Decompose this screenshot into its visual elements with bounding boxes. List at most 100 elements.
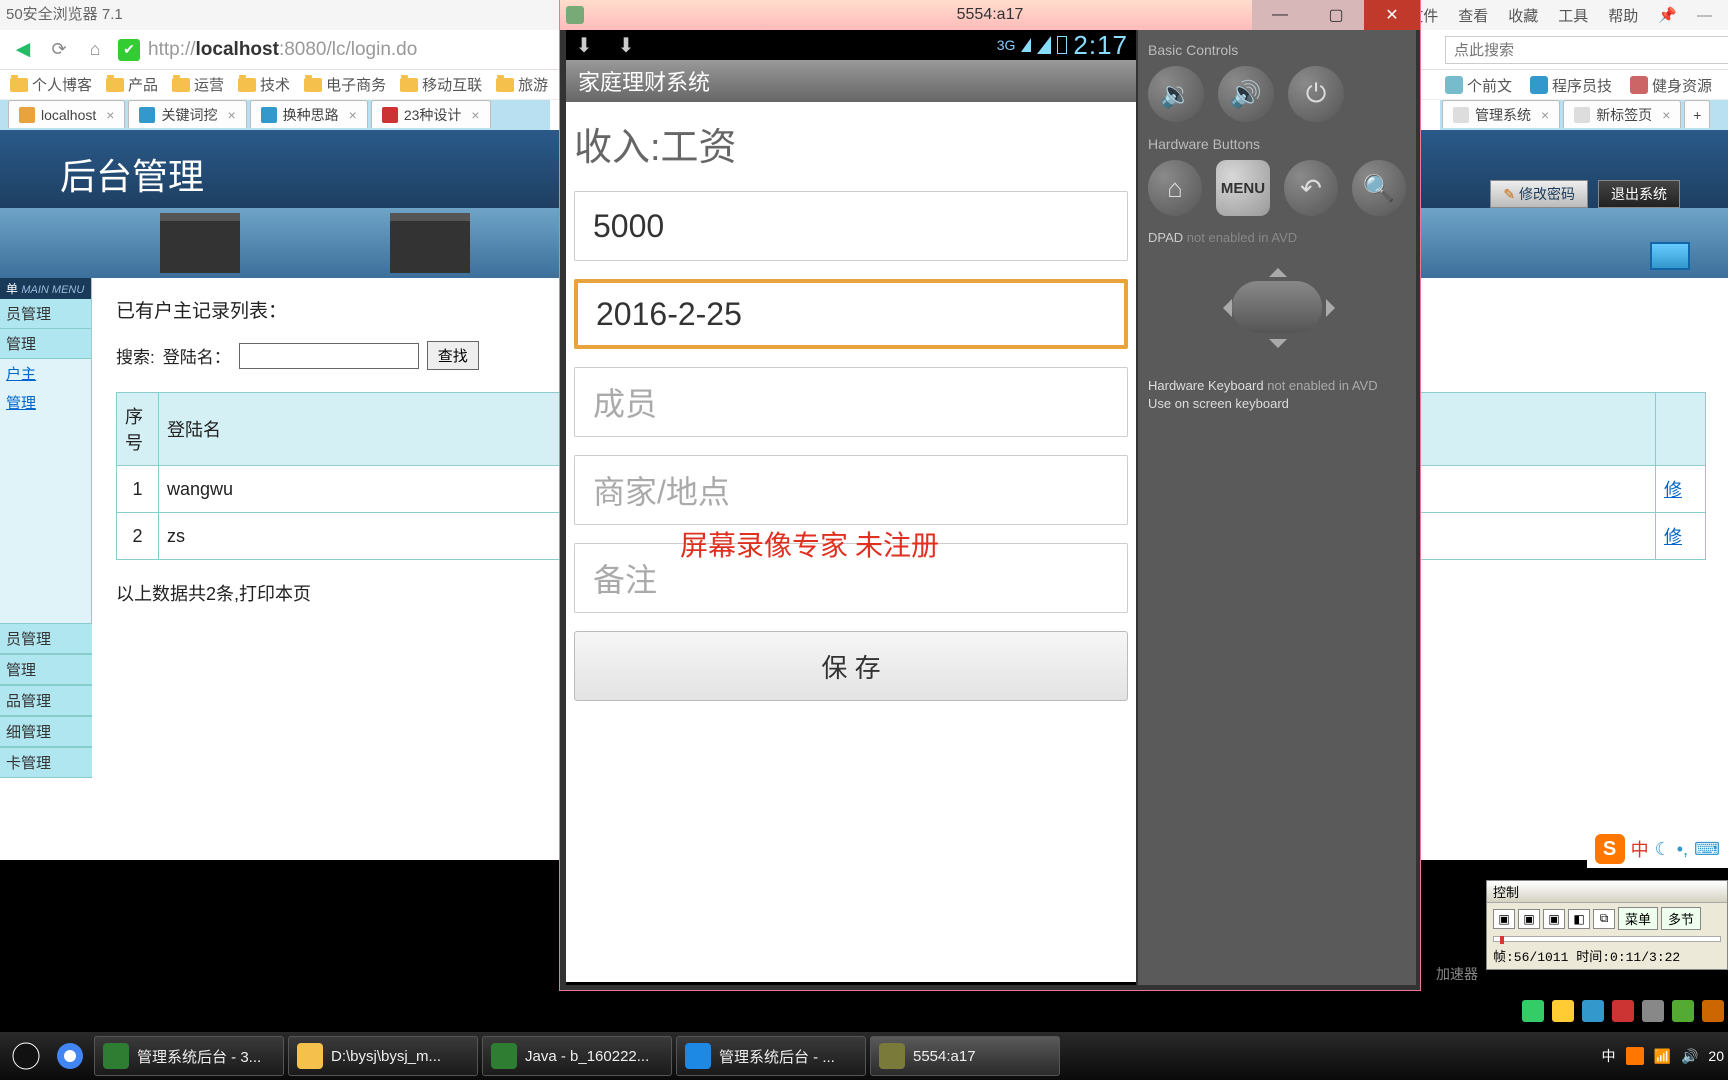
taskbar-task-active[interactable]: 5554:a17 (870, 1036, 1060, 1076)
date-field[interactable]: 2016-2-25 (574, 279, 1128, 349)
close-icon[interactable]: × (471, 107, 479, 123)
member-field[interactable]: 成员 (574, 367, 1128, 437)
rec-btn[interactable]: ⧉ (1593, 909, 1615, 929)
search-input[interactable] (239, 343, 419, 369)
sidebar-category[interactable]: 品管理 (0, 685, 92, 716)
bookmark-item[interactable]: 技术 (238, 74, 290, 95)
back-button[interactable]: ↶ (1284, 160, 1338, 216)
app-titlebar: 家庭理财系统 (566, 60, 1136, 102)
search-button[interactable]: 查找 (427, 341, 479, 370)
rec-btn[interactable]: ▣ (1518, 909, 1540, 929)
close-icon[interactable]: × (1541, 107, 1549, 123)
menu-fav[interactable]: 收藏 (1508, 5, 1538, 26)
menu-help[interactable]: 帮助 (1608, 5, 1638, 26)
browser-search-input[interactable] (1445, 36, 1728, 64)
taskbar-task[interactable]: 管理系统后台 - 3... (94, 1036, 284, 1076)
bookmark-item[interactable]: 旅游 (496, 74, 548, 95)
dpad-down[interactable] (1269, 339, 1287, 357)
new-tab-button[interactable]: + (1684, 100, 1710, 128)
taskbar-task[interactable]: Java - b_160222... (482, 1036, 672, 1076)
bookmark-item[interactable]: 电子商务 (304, 74, 386, 95)
bookmark-item[interactable]: 移动互联 (400, 74, 482, 95)
ime-indicator[interactable]: S 中 ☾ •, ⌨ (1587, 830, 1728, 868)
bookmark-item[interactable]: 运营 (172, 74, 224, 95)
emulator-titlebar[interactable]: 5554:a17 — ▢ ✕ (560, 0, 1420, 30)
rec-more-button[interactable]: 多节 (1661, 907, 1701, 930)
sidebar-category[interactable]: 员管理 (0, 623, 92, 654)
dpad-right[interactable] (1326, 299, 1344, 317)
nav-reload-icon[interactable]: ⟳ (46, 37, 72, 63)
browser-tab[interactable]: 23种设计× (371, 100, 491, 128)
dpad-left[interactable] (1214, 299, 1232, 317)
browser-tab[interactable]: 管理系统× (1442, 100, 1560, 128)
close-button[interactable]: ✕ (1364, 0, 1420, 30)
merchant-field[interactable]: 商家/地点 (574, 455, 1128, 525)
save-button[interactable]: 保 存 (574, 631, 1128, 701)
menu-more-icon[interactable]: — (1697, 7, 1712, 24)
bookmark-item[interactable]: 产品 (106, 74, 158, 95)
close-icon[interactable]: × (349, 107, 357, 123)
rec-btn[interactable]: ◧ (1568, 909, 1590, 929)
qq-icon[interactable] (6, 1036, 46, 1076)
home-button[interactable]: ⌂ (1148, 160, 1202, 216)
url-field[interactable]: http://localhost:8080/lc/login.do (148, 39, 417, 61)
tray-icon[interactable] (1672, 1000, 1694, 1022)
dpad-up[interactable] (1269, 259, 1287, 277)
bookmark-item[interactable]: 个人博客 (10, 74, 92, 95)
bookmark-item[interactable]: 个前文 (1445, 75, 1512, 96)
menu-view[interactable]: 查看 (1458, 5, 1488, 26)
rec-btn[interactable]: ▣ (1493, 909, 1515, 929)
sidebar-category[interactable]: 管理 (0, 654, 92, 685)
tray-icon[interactable] (1612, 1000, 1634, 1022)
sidebar-category[interactable]: 管理 (0, 329, 91, 359)
amount-field[interactable]: 5000 (574, 191, 1128, 261)
sidebar-link[interactable]: 户主 (0, 359, 91, 388)
sidebar-category[interactable]: 卡管理 (0, 747, 92, 778)
nav-home-icon[interactable]: ⌂ (82, 37, 108, 63)
logout-button[interactable]: 退出系统 (1598, 180, 1680, 208)
tray-icon[interactable] (1522, 1000, 1544, 1022)
menu-button[interactable]: MENU (1216, 160, 1270, 216)
chrome-icon[interactable] (50, 1036, 90, 1076)
taskbar-task[interactable]: 管理系统后台 - ... (676, 1036, 866, 1076)
tray-icon[interactable] (1702, 1000, 1724, 1022)
bookmark-item[interactable]: 程序员技 (1530, 75, 1612, 96)
ime-lang-tray[interactable]: 中 (1602, 1046, 1616, 1066)
volume-up-button[interactable]: 🔊 (1218, 66, 1274, 122)
recorder-panel[interactable]: 控制 ▣ ▣ ▣ ◧ ⧉ 菜单 多节 帧:56/1011 时间:0:11/3:2… (1486, 880, 1728, 970)
sogou-tray-icon[interactable] (1626, 1047, 1644, 1065)
close-icon[interactable]: × (1662, 107, 1670, 123)
menu-pin-icon[interactable]: 📌 (1658, 6, 1677, 24)
tray-icon[interactable] (1552, 1000, 1574, 1022)
search-button[interactable]: 🔍 (1352, 160, 1406, 216)
tray-icon[interactable] (1582, 1000, 1604, 1022)
close-icon[interactable]: × (106, 107, 114, 123)
taskbar-task[interactable]: D:\bysj\bysj_m... (288, 1036, 478, 1076)
edit-link[interactable]: 修 (1656, 466, 1706, 513)
remark-field[interactable]: 备注 (574, 543, 1128, 613)
window-mode-icon[interactable] (1650, 242, 1690, 270)
browser-tab[interactable]: 新标签页× (1563, 100, 1681, 128)
recorder-progress[interactable] (1493, 936, 1721, 942)
volume-down-button[interactable]: 🔉 (1148, 66, 1204, 122)
maximize-button[interactable]: ▢ (1308, 0, 1364, 30)
tray-date: 20 (1708, 1048, 1724, 1064)
change-password-button[interactable]: ✎ 修改密码 (1490, 180, 1588, 208)
dpad-center[interactable] (1232, 281, 1322, 333)
sidebar-link[interactable]: 管理 (0, 388, 91, 417)
browser-tab[interactable]: localhost× (8, 100, 125, 128)
minimize-button[interactable]: — (1252, 0, 1308, 30)
tray-icon[interactable] (1642, 1000, 1664, 1022)
menu-tool[interactable]: 工具 (1558, 5, 1588, 26)
rec-btn[interactable]: ▣ (1543, 909, 1565, 929)
edit-link[interactable]: 修 (1656, 513, 1706, 560)
sidebar-category[interactable]: 细管理 (0, 716, 92, 747)
rec-menu-button[interactable]: 菜单 (1618, 907, 1658, 930)
bookmark-item[interactable]: 健身资源 (1630, 75, 1712, 96)
power-button[interactable]: ⏻ (1288, 66, 1344, 122)
browser-tab[interactable]: 关键词挖× (128, 100, 246, 128)
nav-back-icon[interactable]: ◄ (10, 37, 36, 63)
close-icon[interactable]: × (227, 107, 235, 123)
sidebar-category[interactable]: 员管理 (0, 299, 91, 329)
browser-tab[interactable]: 换种思路× (250, 100, 368, 128)
